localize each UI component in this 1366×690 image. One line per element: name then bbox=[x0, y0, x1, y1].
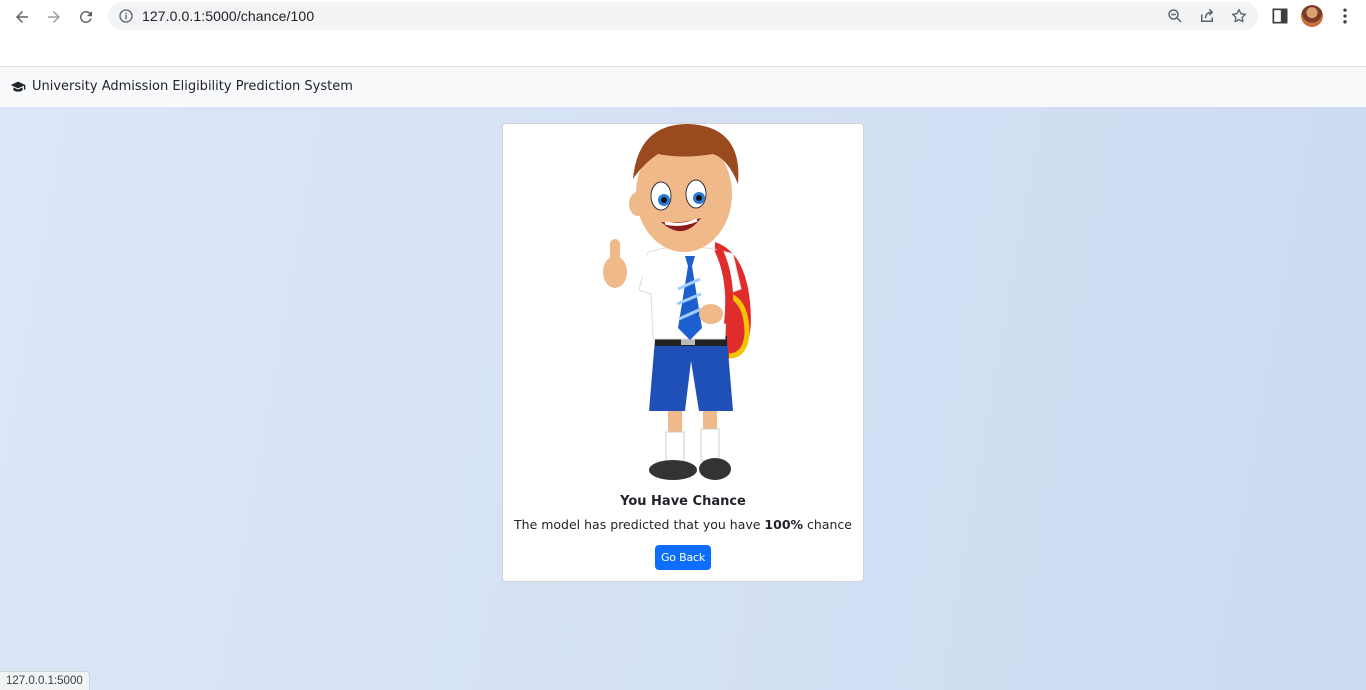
bookmark-star-icon[interactable] bbox=[1230, 7, 1248, 25]
back-button[interactable] bbox=[8, 3, 36, 31]
address-bar[interactable]: 127.0.0.1:5000/chance/100 bbox=[108, 2, 1258, 30]
browser-toolbar: 127.0.0.1:5000/chance/100 bbox=[0, 0, 1366, 33]
page-navbar: University Admission Eligibility Predict… bbox=[0, 66, 1366, 107]
reload-button[interactable] bbox=[72, 3, 100, 31]
result-text-prefix: The model has predicted that you have bbox=[514, 517, 765, 532]
share-icon[interactable] bbox=[1198, 7, 1216, 25]
profile-avatar[interactable] bbox=[1301, 5, 1323, 27]
menu-icon[interactable] bbox=[1335, 6, 1355, 26]
result-title: You Have Chance bbox=[620, 494, 746, 509]
go-back-button[interactable]: Go Back bbox=[655, 545, 711, 570]
graduation-cap-icon bbox=[10, 81, 26, 92]
status-bar-url: 127.0.0.1:5000 bbox=[0, 671, 90, 690]
schoolboy-thumbs-up-image bbox=[603, 124, 751, 480]
result-text: The model has predicted that you have 10… bbox=[503, 517, 863, 532]
chance-value: 100% bbox=[764, 517, 804, 532]
result-text-suffix: chance bbox=[803, 517, 852, 532]
info-icon[interactable] bbox=[118, 8, 134, 24]
forward-icon bbox=[48, 11, 60, 23]
url-text[interactable]: 127.0.0.1:5000/chance/100 bbox=[142, 8, 314, 24]
zoom-icon[interactable] bbox=[1166, 7, 1184, 25]
back-icon bbox=[16, 11, 28, 23]
forward-button[interactable] bbox=[40, 3, 68, 31]
result-card: You Have Chance The model has predicted … bbox=[502, 123, 864, 582]
reload-icon bbox=[79, 10, 92, 23]
brand-title[interactable]: University Admission Eligibility Predict… bbox=[32, 79, 353, 94]
side-panel-icon[interactable] bbox=[1270, 6, 1290, 26]
